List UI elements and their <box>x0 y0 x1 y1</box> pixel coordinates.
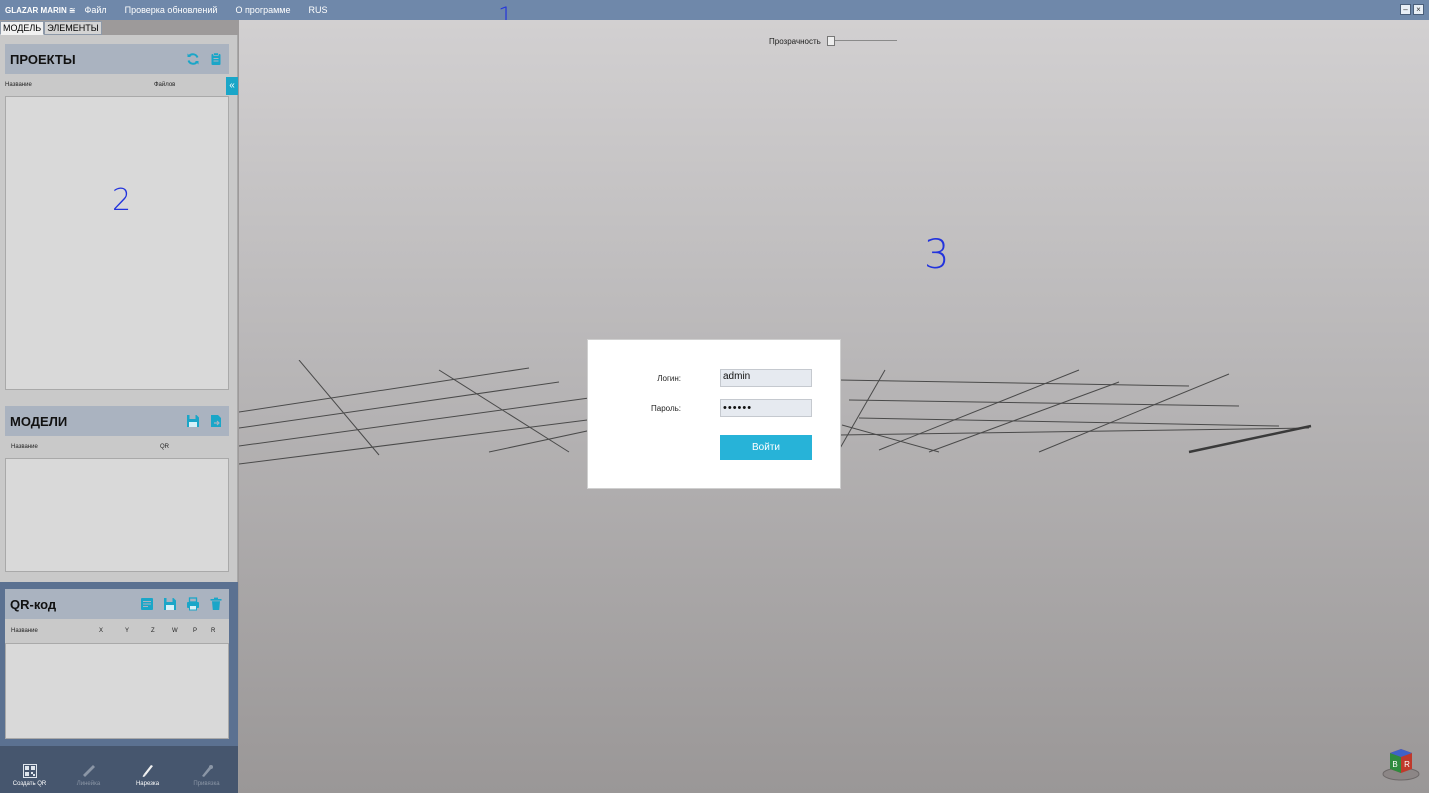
brand-symbol: ≅ <box>68 5 76 15</box>
export-file-icon[interactable] <box>209 414 223 428</box>
login-label: Логин: <box>657 374 681 383</box>
bottom-toolbar: Создать QR Линейка Нарезка Привязка <box>0 746 238 793</box>
slicing-label: Нарезка <box>135 781 160 787</box>
models-title: МОДЕЛИ <box>10 413 68 429</box>
models-column-header: Название QR <box>5 436 229 458</box>
minimize-button[interactable]: – <box>1400 4 1411 15</box>
menu-check-updates[interactable]: Проверка обновлений <box>125 5 218 15</box>
opacity-control: Прозрачность <box>769 36 897 46</box>
ruler-icon <box>82 765 95 777</box>
projects-column-header: Название Файлов <box>5 74 229 96</box>
projects-header: ПРОЕКТЫ <box>5 44 229 74</box>
slicing-button[interactable]: Нарезка <box>118 764 177 787</box>
qr-title: QR-код <box>10 596 57 612</box>
projects-title: ПРОЕКТЫ <box>10 51 76 67</box>
collapse-panel-button[interactable]: « <box>226 77 238 95</box>
models-header: МОДЕЛИ <box>5 406 229 436</box>
save-icon[interactable] <box>186 414 200 428</box>
annotation-2: 2 <box>112 183 132 218</box>
print-icon[interactable] <box>186 597 200 611</box>
login-dialog: Логин: admin Пароль: •••••• Войти <box>587 339 841 489</box>
login-button[interactable]: Войти <box>720 435 812 460</box>
view-cube[interactable]: B R <box>1381 745 1421 781</box>
app-name: GLAZAR MARIN <box>5 5 67 15</box>
qr-list-icon[interactable] <box>140 597 154 611</box>
qr-code-icon <box>22 764 37 778</box>
left-panel: ПРОЕКТЫ Название Файлов « 2 МОДЕЛИ Назва… <box>0 35 238 793</box>
menu-about[interactable]: О программе <box>235 5 290 15</box>
qr-column-header: Название X Y Z W P R <box>5 619 229 643</box>
create-qr-button[interactable]: Создать QR <box>0 764 59 787</box>
models-list[interactable] <box>5 458 229 572</box>
slider-thumb[interactable] <box>826 36 835 46</box>
snap-button[interactable]: Привязка <box>177 764 236 787</box>
qr-list[interactable] <box>5 643 229 739</box>
save-icon[interactable] <box>163 597 177 611</box>
ruler-button[interactable]: Линейка <box>59 764 118 787</box>
opacity-label: Прозрачность <box>769 36 821 46</box>
ruler-label: Линейка <box>76 781 101 787</box>
refresh-icon[interactable] <box>186 52 200 66</box>
snap-icon <box>201 765 213 777</box>
menu-file[interactable]: Файл <box>84 5 106 15</box>
knife-icon <box>142 765 153 777</box>
col-name: Название <box>11 444 38 450</box>
opacity-slider[interactable] <box>826 36 897 46</box>
login-input[interactable]: admin <box>720 369 812 387</box>
create-qr-label: Создать QR <box>12 781 47 787</box>
tab-bar: МОДЕЛЬ ЭЛЕМЕНТЫ <box>0 21 102 35</box>
projects-list[interactable] <box>5 96 229 390</box>
close-button[interactable]: × <box>1413 4 1424 15</box>
password-input[interactable]: •••••• <box>720 399 812 417</box>
col-name: Название <box>5 82 32 88</box>
qr-header: QR-код <box>5 589 229 619</box>
menu-language[interactable]: RUS <box>309 5 328 15</box>
col-files: Файлов <box>154 82 176 88</box>
trash-icon[interactable] <box>209 597 223 611</box>
tab-model[interactable]: МОДЕЛЬ <box>0 21 45 35</box>
menu-bar: GLAZAR MARIN ≅ Файл Проверка обновлений … <box>0 0 1429 20</box>
slider-track <box>826 40 897 41</box>
app-brand: GLAZAR MARIN ≅ <box>0 6 75 15</box>
models-section: МОДЕЛИ Название QR <box>5 406 229 572</box>
tab-elements[interactable]: ЭЛЕМЕНТЫ <box>44 21 102 35</box>
col-r: R <box>211 628 216 634</box>
qr-section: QR-код Название X Y Z W P R <box>5 589 229 739</box>
qr-panel: QR-код Название X Y Z W P R <box>0 582 238 746</box>
cube-face-left-label: B <box>1392 760 1397 769</box>
col-w: W <box>172 628 178 634</box>
col-z: Z <box>151 628 155 634</box>
annotation-3: 3 <box>924 232 950 278</box>
clipboard-icon[interactable] <box>209 52 223 66</box>
window-controls: – × <box>1400 4 1424 15</box>
snap-label: Привязка <box>193 781 220 787</box>
cube-face-right-label: R <box>1404 760 1410 769</box>
col-name: Название <box>11 628 38 634</box>
col-qr: QR <box>160 444 169 450</box>
col-x: X <box>99 628 104 634</box>
col-y: Y <box>125 628 130 634</box>
col-p: P <box>193 628 198 634</box>
password-label: Пароль: <box>651 404 681 413</box>
